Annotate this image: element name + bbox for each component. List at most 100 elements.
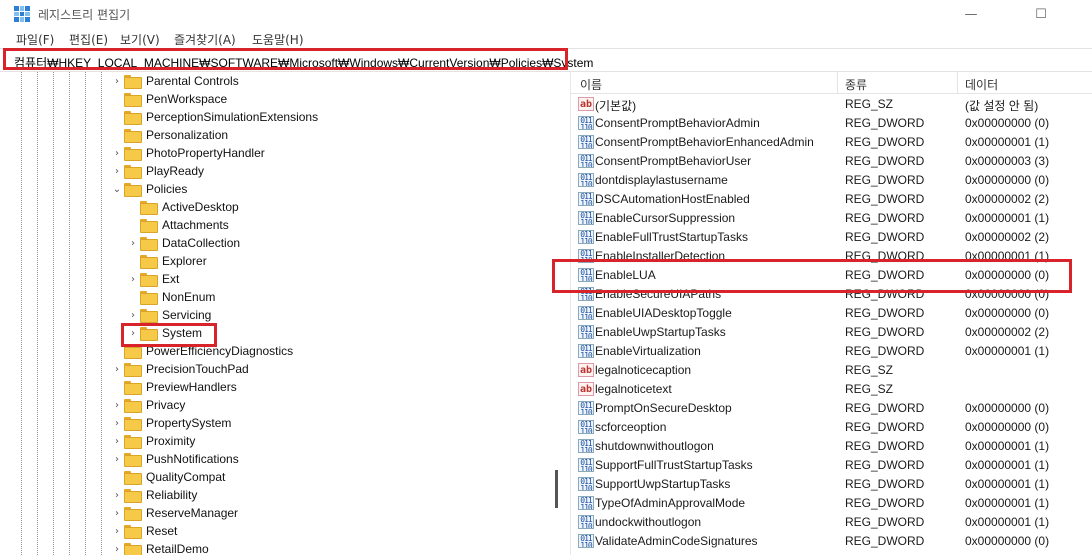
chevron-right-icon[interactable]: › bbox=[110, 148, 124, 159]
minimize-button[interactable]: — bbox=[948, 0, 994, 28]
chevron-right-icon[interactable]: › bbox=[110, 364, 124, 375]
pane-splitter[interactable] bbox=[550, 72, 570, 555]
chevron-right-icon[interactable]: › bbox=[126, 274, 140, 285]
tree-item[interactable]: › PrecisionTouchPad bbox=[110, 360, 249, 378]
chevron-down-icon[interactable]: ⌄ bbox=[110, 184, 124, 195]
dword-value-icon: 011 110 bbox=[578, 534, 594, 548]
chevron-right-icon[interactable]: › bbox=[110, 418, 124, 429]
chevron-right-icon[interactable]: › bbox=[110, 490, 124, 501]
value-row[interactable]: 011 110 scforceoption REG_DWORD 0x00000000 … bbox=[571, 418, 1092, 437]
tree-item[interactable]: › PropertySystem bbox=[110, 414, 231, 432]
value-row[interactable]: 011 110 EnableFullTrustStartupTasks REG_DW… bbox=[571, 228, 1092, 247]
splitter-grip[interactable] bbox=[555, 470, 558, 508]
tree-item[interactable]: › Privacy bbox=[110, 396, 185, 414]
value-row[interactable]: 011 110 SupportFullTrustStartupTasks REG_D… bbox=[571, 456, 1092, 475]
tree-item[interactable]: PreviewHandlers bbox=[110, 378, 237, 396]
value-row[interactable]: 011 110 ConsentPromptBehaviorEnhancedAdmi… bbox=[571, 133, 1092, 152]
tree-item[interactable]: PerceptionSimulationExtensions bbox=[110, 108, 318, 126]
menu-file[interactable]: 파일(F) bbox=[16, 31, 54, 48]
chevron-right-icon[interactable]: › bbox=[110, 166, 124, 177]
value-row[interactable]: 011 110 EnableCursorSuppression REG_DWORD 0… bbox=[571, 209, 1092, 228]
menu-favorites[interactable]: 즐겨찾기(A) bbox=[174, 31, 236, 48]
string-value-icon: ab bbox=[578, 363, 594, 377]
value-row[interactable]: 011 110 PromptOnSecureDesktop REG_DWORD 0x0… bbox=[571, 399, 1092, 418]
tree-item-label: PushNotifications bbox=[146, 452, 239, 466]
tree-item-label: Privacy bbox=[146, 398, 186, 412]
column-divider[interactable] bbox=[957, 72, 958, 94]
value-row[interactable]: 011 110 ConsentPromptBehaviorUser REG_DWOR… bbox=[571, 152, 1092, 171]
column-divider[interactable] bbox=[837, 72, 838, 94]
tree-item[interactable]: Personalization bbox=[110, 126, 228, 144]
value-row[interactable]: 011 110 EnableUwpStartupTasks REG_DWORD 0x0… bbox=[571, 323, 1092, 342]
tree-item[interactable]: QualityCompat bbox=[110, 468, 225, 486]
tree-item[interactable]: › DataCollection bbox=[126, 234, 240, 252]
tree-item[interactable]: › Servicing bbox=[126, 306, 211, 324]
dword-value-icon: 011 110 bbox=[578, 306, 594, 320]
tree-item[interactable]: › Parental Controls bbox=[110, 72, 239, 90]
value-row[interactable]: 011 110 ValidateAdminCodeSignatures REG_DW… bbox=[571, 532, 1092, 551]
folder-icon bbox=[124, 489, 142, 503]
maximize-button[interactable]: ☐ bbox=[1018, 0, 1064, 28]
value-row[interactable]: 011 110 EnableUIADesktopToggle REG_DWORD 0x… bbox=[571, 304, 1092, 323]
value-row[interactable]: 011 110 undockwithoutlogon REG_DWORD 0x0000… bbox=[571, 513, 1092, 532]
string-value-icon: ab bbox=[578, 97, 594, 111]
value-row[interactable]: 011 110 TypeOfAdminApprovalMode REG_DWORD 0… bbox=[571, 494, 1092, 513]
menu-view[interactable]: 보기(V) bbox=[120, 31, 160, 48]
tree-item[interactable]: › Proximity bbox=[110, 432, 195, 450]
chevron-right-icon[interactable]: › bbox=[110, 400, 124, 411]
values-pane[interactable]: 이름 종류 데이터 ab (기본값) REG_SZ (값 설정 안 됨) 011 110… bbox=[570, 72, 1092, 555]
folder-icon bbox=[124, 183, 142, 197]
value-row[interactable]: 011 110 SupportUwpStartupTasks REG_DWORD 0x… bbox=[571, 475, 1092, 494]
column-type-header[interactable]: 종류 bbox=[845, 76, 867, 93]
menu-edit[interactable]: 편집(E) bbox=[69, 31, 108, 48]
value-type: REG_SZ bbox=[845, 97, 894, 111]
folder-icon bbox=[124, 111, 142, 125]
tree-item[interactable]: › PhotoPropertyHandler bbox=[110, 144, 265, 162]
tree-guide-line bbox=[21, 72, 22, 555]
value-row[interactable]: 011 110 ConsentPromptBehaviorAdmin REG_DWO… bbox=[571, 114, 1092, 133]
chevron-right-icon[interactable]: › bbox=[110, 526, 124, 537]
tree-item[interactable]: › PlayReady bbox=[110, 162, 204, 180]
chevron-right-icon[interactable]: › bbox=[110, 76, 124, 87]
value-type: REG_DWORD bbox=[845, 230, 925, 244]
value-row[interactable]: ab legalnoticetext REG_SZ bbox=[571, 380, 1092, 399]
value-data: 0x00000001 (1) bbox=[965, 515, 1050, 529]
value-row[interactable]: ab (기본값) REG_SZ (값 설정 안 됨) bbox=[571, 95, 1092, 114]
menu-help[interactable]: 도움말(H) bbox=[252, 31, 304, 48]
value-row[interactable]: 011 110 DSCAutomationHostEnabled REG_DWORD… bbox=[571, 190, 1092, 209]
column-data-header[interactable]: 데이터 bbox=[965, 76, 998, 93]
tree-item[interactable]: › ReserveManager bbox=[110, 504, 238, 522]
chevron-right-icon[interactable]: › bbox=[126, 238, 140, 249]
tree-item[interactable]: › RetailDemo bbox=[110, 540, 209, 555]
value-row[interactable]: ab legalnoticecaption REG_SZ bbox=[571, 361, 1092, 380]
chevron-right-icon[interactable]: › bbox=[126, 310, 140, 321]
chevron-right-icon[interactable]: › bbox=[110, 544, 124, 555]
tree-item[interactable]: › PushNotifications bbox=[110, 450, 239, 468]
tree-item[interactable]: › Ext bbox=[126, 270, 179, 288]
tree-item[interactable]: › Reliability bbox=[110, 486, 197, 504]
value-data: 0x00000001 (1) bbox=[965, 496, 1050, 510]
dword-value-icon: 011 110 bbox=[578, 211, 594, 225]
value-data: 0x00000001 (1) bbox=[965, 211, 1050, 225]
tree-item-label: Attachments bbox=[162, 218, 229, 232]
tree-item[interactable]: › Reset bbox=[110, 522, 177, 540]
value-name: undockwithoutlogon bbox=[595, 515, 702, 529]
value-row[interactable]: 011 110 dontdisplaylastusername REG_DWORD 0… bbox=[571, 171, 1092, 190]
value-row[interactable]: 011 110 EnableVirtualization REG_DWORD 0x00… bbox=[571, 342, 1092, 361]
value-data: 0x00000000 (0) bbox=[965, 401, 1050, 415]
column-name-header[interactable]: 이름 bbox=[580, 76, 602, 93]
value-type: REG_SZ bbox=[845, 382, 894, 396]
tree-item[interactable]: Explorer bbox=[126, 252, 207, 270]
tree-item[interactable]: PenWorkspace bbox=[110, 90, 227, 108]
chevron-right-icon[interactable]: › bbox=[110, 436, 124, 447]
chevron-right-icon[interactable]: › bbox=[110, 508, 124, 519]
chevron-right-icon[interactable]: › bbox=[110, 454, 124, 465]
tree-item[interactable]: NonEnum bbox=[126, 288, 215, 306]
value-row[interactable]: 011 110 shutdownwithoutlogon REG_DWORD 0x00… bbox=[571, 437, 1092, 456]
tree-item[interactable]: ⌄ Policies bbox=[110, 180, 187, 198]
key-tree-pane[interactable]: › Parental Controls PenWorkspace Perception… bbox=[0, 72, 550, 555]
tree-item-label: PhotoPropertyHandler bbox=[146, 146, 265, 160]
tree-item[interactable]: Attachments bbox=[126, 216, 229, 234]
tree-item[interactable]: ActiveDesktop bbox=[126, 198, 239, 216]
window-title: 레지스트리 편집기 bbox=[38, 8, 131, 22]
